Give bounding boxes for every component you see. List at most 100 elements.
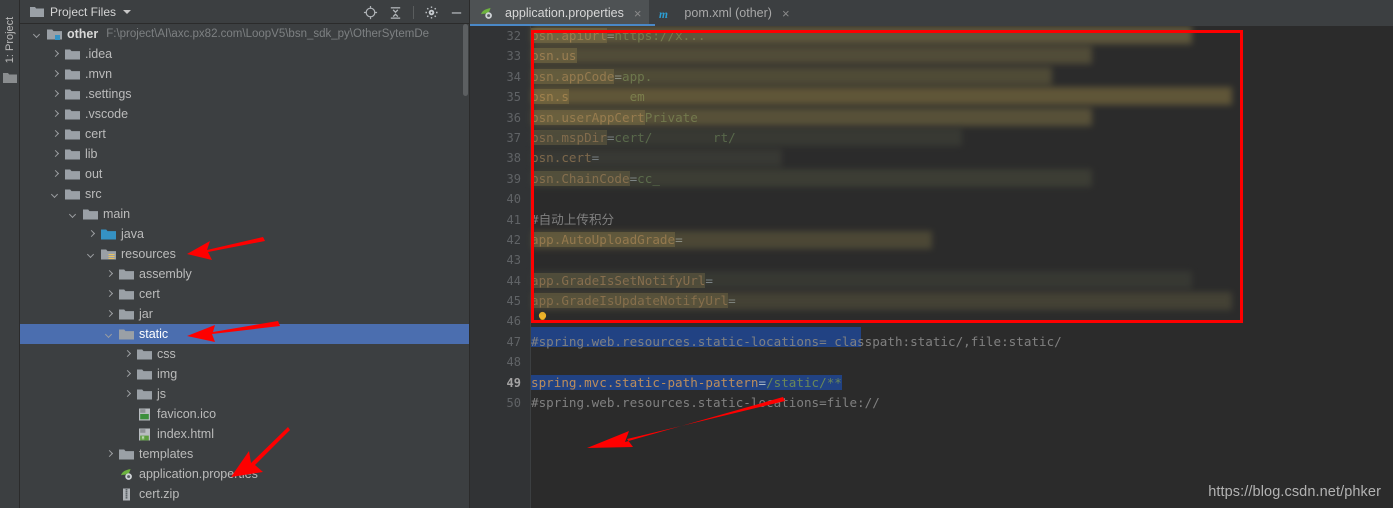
tree-item--settings[interactable]: .settings — [20, 84, 470, 104]
chevron-down-icon[interactable] — [104, 329, 115, 340]
code-line[interactable]: bsn.apiUrl=https://x... — [531, 26, 1393, 46]
tree-item-label: assembly — [139, 267, 192, 281]
code-line[interactable]: bsn.s em — [531, 87, 1393, 107]
code-line[interactable]: bsn.cert= — [531, 148, 1393, 168]
chevron-down-icon[interactable] — [123, 9, 132, 14]
code-line[interactable]: bsn.userAppCertPrivate — [531, 108, 1393, 128]
property-key: bsn.appCode — [531, 68, 615, 84]
code-line[interactable]: bsn.us — [531, 46, 1393, 66]
tree-item-java[interactable]: java — [20, 224, 470, 244]
source-folder-icon — [101, 229, 116, 239]
property-key: bsn.mspDir — [531, 129, 607, 145]
close-icon[interactable]: × — [634, 7, 642, 20]
zip-file-icon — [123, 488, 130, 500]
chevron-right-icon[interactable] — [50, 89, 61, 100]
chevron-right-icon[interactable] — [122, 369, 133, 380]
chevron-right-icon[interactable] — [50, 129, 61, 140]
code-editor[interactable]: 32 33 34 35 36 37 38 39 40 41 42 43 44 45 46 47 48 49 50 b… — [470, 26, 1393, 508]
tree-item-jar[interactable]: jar — [20, 304, 470, 324]
project-tool-window-button[interactable]: 1: Project — [0, 7, 20, 73]
chevron-right-icon[interactable] — [50, 149, 61, 160]
close-icon[interactable]: × — [782, 7, 790, 20]
chevron-right-icon[interactable] — [50, 109, 61, 120]
chevron-right-icon[interactable] — [104, 269, 115, 280]
chevron-right-icon[interactable] — [122, 389, 133, 400]
editor-tab-pom[interactable]: m pom.xml (other) × — [649, 0, 797, 26]
tree-item-label: java — [121, 227, 144, 241]
tree-item-js[interactable]: js — [20, 384, 470, 404]
chevron-down-icon[interactable] — [68, 209, 79, 220]
tree-item-lib[interactable]: lib — [20, 144, 470, 164]
tree-item-static[interactable]: static — [20, 324, 470, 344]
tree-item-src[interactable]: src — [20, 184, 470, 204]
tree-item--mvn[interactable]: .mvn — [20, 64, 470, 84]
tree-item-label: other — [67, 27, 99, 41]
code-line[interactable]: spring.mvc.static-path-pattern=/static/*… — [531, 373, 1393, 393]
tree-item-label: out — [85, 167, 103, 181]
chevron-down-icon[interactable] — [86, 249, 97, 260]
tree-item-index-html[interactable]: Hindex.html — [20, 424, 470, 444]
chevron-down-icon[interactable] — [50, 189, 61, 200]
code-line[interactable]: bsn.ChainCode=cc_ — [531, 169, 1393, 189]
code-line[interactable]: app.GradeIsUpdateNotifyUrl= — [531, 291, 1393, 311]
tree-item-other[interactable]: other F:\project\AI\axc.px82.com\LoopV5\b… — [20, 24, 470, 44]
lightbulb-icon[interactable] — [538, 311, 547, 324]
tree-item-cert-zip[interactable]: cert.zip — [20, 484, 470, 504]
chevron-right-icon[interactable] — [104, 309, 115, 320]
code-line[interactable]: bsn.appCode=app. — [531, 67, 1393, 87]
code-line[interactable]: app.AutoUploadGrade= — [531, 230, 1393, 250]
code-line[interactable]: #spring.web.resources.static-locations=f… — [531, 393, 1393, 413]
tree-item--vscode[interactable]: .vscode — [20, 104, 470, 124]
editor-tab-application[interactable]: application.properties × — [470, 0, 650, 26]
folder-icon — [137, 349, 152, 359]
tree-item-main[interactable]: main — [20, 204, 470, 224]
tree-item--idea[interactable]: .idea — [20, 44, 470, 64]
folder-icon — [65, 109, 80, 119]
folder-icon — [65, 129, 80, 139]
chevron-right-icon[interactable] — [50, 169, 61, 180]
tree-item-out[interactable]: out — [20, 164, 470, 184]
gear-icon[interactable] — [424, 5, 439, 20]
code-line[interactable]: #自动上传积分 — [531, 210, 1393, 230]
chevron-right-icon[interactable] — [50, 49, 61, 60]
tree-item-cert[interactable]: cert — [20, 284, 470, 304]
tree-item-label: lib — [85, 147, 98, 161]
code-line[interactable]: #spring.web.resources.static-locations= … — [531, 332, 1393, 352]
property-value: cc_ — [637, 170, 660, 186]
tree-item-label: js — [157, 387, 167, 401]
tree-item-resources[interactable]: resources — [20, 244, 470, 264]
tree-item-css[interactable]: css — [20, 344, 470, 364]
ide-window: 1: Project Project Files other F:\projec… — [0, 0, 1393, 508]
chevron-down-icon[interactable] — [32, 29, 43, 40]
project-file-tree[interactable]: other F:\project\AI\axc.px82.com\LoopV5\b… — [20, 24, 470, 508]
code-content[interactable]: bsn.apiUrl=https://x... bsn.us bsn.appCode… — [531, 26, 1393, 508]
code-line[interactable]: app.GradeIsSetNotifyUrl= — [531, 271, 1393, 291]
spring-properties-icon — [121, 468, 132, 480]
maven-icon: m — [659, 9, 668, 20]
chevron-right-icon[interactable] — [122, 349, 133, 360]
tree-item-cert[interactable]: cert — [20, 124, 470, 144]
tree-item-templates[interactable]: templates — [20, 444, 470, 464]
chevron-right-icon[interactable] — [50, 69, 61, 80]
tree-item-favicon-ico[interactable]: favicon.ico — [20, 404, 470, 424]
chevron-right-icon[interactable] — [86, 229, 97, 240]
project-panel-title: Project Files — [50, 4, 117, 19]
code-line[interactable] — [531, 189, 1393, 209]
chevron-right-icon[interactable] — [104, 289, 115, 300]
tree-item-img[interactable]: img — [20, 364, 470, 384]
code-line[interactable] — [531, 311, 1393, 331]
property-key: bsn.userAppCert — [531, 109, 645, 125]
tree-item-application-properties[interactable]: application.properties — [20, 464, 470, 484]
code-line[interactable]: bsn.mspDir=cert/ rt/ — [531, 128, 1393, 148]
chevron-right-icon[interactable] — [104, 449, 115, 460]
property-key: bsn.cert — [531, 150, 592, 166]
collapse-all-icon[interactable] — [388, 5, 403, 20]
tree-item-assembly[interactable]: assembly — [20, 264, 470, 284]
code-line[interactable] — [531, 352, 1393, 372]
editor-area: application.properties × m pom.xml (other) ×… — [470, 0, 1393, 508]
locate-icon[interactable] — [363, 5, 378, 20]
property-key: app.GradeIsUpdateNotifyUrl — [531, 293, 729, 309]
code-line[interactable] — [531, 250, 1393, 270]
minimize-icon[interactable] — [449, 5, 464, 20]
folder-icon — [65, 189, 80, 199]
